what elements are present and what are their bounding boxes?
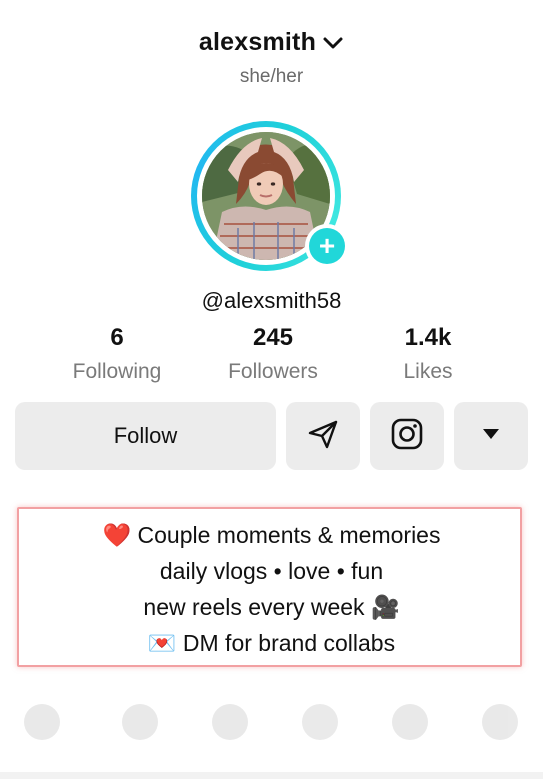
divider <box>0 772 543 779</box>
profile-actions: Follow <box>0 402 543 471</box>
bio-line-2: daily vlogs • love • fun <box>159 558 384 584</box>
stat-likes[interactable]: 1.4k Likes <box>353 324 503 384</box>
instagram-button[interactable] <box>370 402 444 470</box>
videos-tab-icon[interactable] <box>24 704 60 740</box>
content-tabs-faded <box>0 690 543 760</box>
stat-following[interactable]: 6 Following <box>42 324 192 384</box>
tab-icon-4[interactable] <box>302 704 338 740</box>
following-count: 6 <box>110 324 124 351</box>
tab-icon-5[interactable] <box>392 704 428 740</box>
bio-line-1: ❤️ Couple moments & memories <box>102 522 441 548</box>
profile-header: alexsmith <box>0 28 543 57</box>
plus-icon: + <box>309 228 345 264</box>
chevron-down-icon[interactable] <box>322 36 344 50</box>
add-story-button[interactable]: + <box>305 224 349 268</box>
tab-icon-3[interactable] <box>212 704 248 740</box>
instagram-icon <box>389 416 425 457</box>
tab-icon-2[interactable] <box>122 704 158 740</box>
triangle-down-icon <box>481 427 501 446</box>
bio-line-4: 💌 DM for brand collabs <box>147 630 396 656</box>
stat-followers[interactable]: 245 Followers <box>198 324 348 384</box>
pronouns: she/her <box>239 66 304 87</box>
likes-count: 1.4k <box>404 324 452 351</box>
profile-stats: 6 Following 245 Followers 1.4k Likes <box>0 324 543 394</box>
message-button[interactable] <box>286 402 360 470</box>
tab-icon-6[interactable] <box>482 704 518 740</box>
more-options-button[interactable] <box>454 402 528 470</box>
followers-count: 245 <box>252 324 294 351</box>
username[interactable]: alexsmith <box>199 28 316 57</box>
likes-label: Likes <box>403 360 453 383</box>
send-icon <box>305 416 341 457</box>
follow-button[interactable]: Follow <box>15 402 276 470</box>
bio-line-3: new reels every week 🎥 <box>143 594 400 620</box>
following-label: Following <box>72 360 162 383</box>
profile-handle: @alexsmith58 <box>201 288 342 313</box>
bio-box: ❤️ Couple moments & memories daily vlogs… <box>17 507 522 667</box>
followers-label: Followers <box>228 360 318 383</box>
avatar[interactable]: + <box>191 121 353 271</box>
